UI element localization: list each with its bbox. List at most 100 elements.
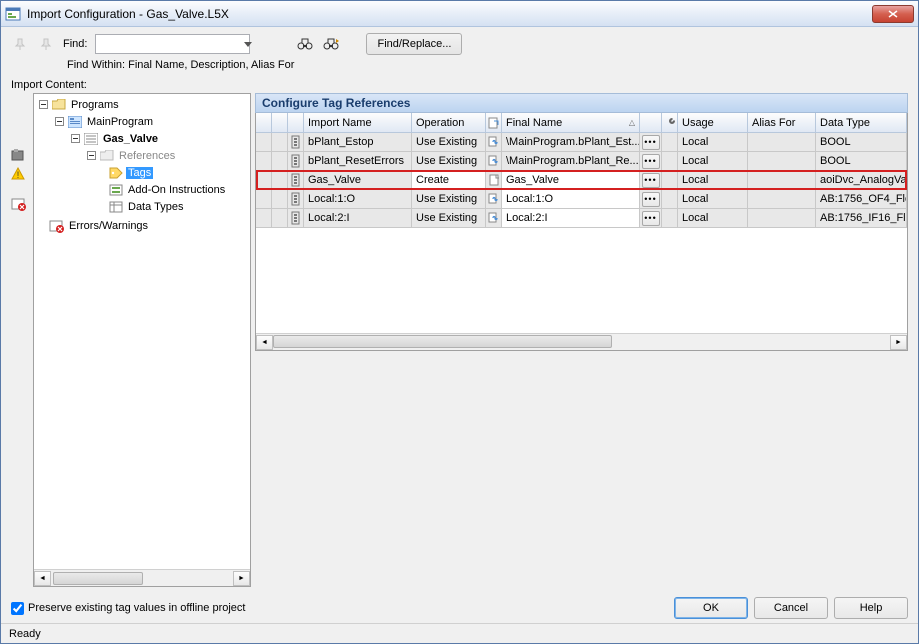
preserve-checkbox[interactable] [11, 602, 24, 615]
row-selector[interactable] [256, 209, 272, 228]
cell-import-name[interactable]: Local:1:O [304, 190, 412, 209]
cell-final-name[interactable]: Local:2:I [502, 209, 640, 228]
tree[interactable]: Programs MainProgram Gas_Valve Reference… [34, 94, 250, 569]
cell-browse[interactable]: ••• [640, 190, 662, 209]
row-selector[interactable] [256, 190, 272, 209]
col-wrench[interactable] [662, 113, 678, 133]
ellipsis-button[interactable]: ••• [642, 154, 660, 169]
col-final-name[interactable]: Final Name△ [502, 113, 640, 133]
cell-operation[interactable]: Use Existing [412, 152, 486, 171]
ok-button[interactable]: OK [674, 597, 748, 619]
sidebar-errors-icon[interactable] [11, 197, 27, 214]
col-usage[interactable]: Usage [678, 113, 748, 133]
col-operation[interactable]: Operation [412, 113, 486, 133]
cell-data-type[interactable]: aoiDvc_AnalogValve [816, 171, 907, 190]
sidebar-warn-icon[interactable]: ! [11, 167, 25, 184]
cell-browse[interactable]: ••• [640, 209, 662, 228]
ellipsis-button[interactable]: ••• [642, 192, 660, 207]
cell-import-name[interactable]: Local:2:I [304, 209, 412, 228]
preserve-checkbox-wrap[interactable]: Preserve existing tag values in offline … [11, 602, 245, 615]
table-row[interactable]: Local:2:IUse ExistingLocal:2:I•••LocalAB… [256, 209, 907, 228]
binoculars-prev-icon[interactable] [296, 35, 314, 53]
cell-alias[interactable] [748, 209, 816, 228]
tree-references[interactable]: References [117, 150, 177, 162]
table-row[interactable]: bPlant_EstopUse Existing \MainProgram.bPl… [256, 133, 907, 152]
find-label: Find: [63, 38, 87, 50]
table-row[interactable]: Gas_ValveCreateGas_Valve•••LocalaoiDvc_A… [256, 171, 907, 190]
cell-import-name[interactable]: bPlant_ResetErrors [304, 152, 412, 171]
row-selector[interactable] [256, 133, 272, 152]
sidebar-config-icon[interactable] [11, 148, 27, 165]
cell-import-name[interactable]: bPlant_Estop [304, 133, 412, 152]
cell-alias[interactable] [748, 133, 816, 152]
svg-text:!: ! [17, 170, 20, 180]
cell-usage[interactable]: Local [678, 152, 748, 171]
col-alias[interactable]: Alias For [748, 113, 816, 133]
tree-errors[interactable]: Errors/Warnings [67, 220, 150, 232]
col-marker[interactable] [272, 113, 288, 133]
col-import-name[interactable]: Import Name [304, 113, 412, 133]
col-select[interactable] [256, 113, 272, 133]
table-row[interactable]: Local:1:OUse ExistingLocal:1:O•••LocalAB… [256, 190, 907, 209]
scroll-right-icon[interactable]: ► [233, 571, 250, 586]
cell-alias[interactable] [748, 152, 816, 171]
scroll-right-icon[interactable]: ► [890, 335, 907, 350]
cell-operation[interactable]: Use Existing [412, 133, 486, 152]
cell-browse[interactable]: ••• [640, 171, 662, 190]
find-replace-button[interactable]: Find/Replace... [366, 33, 462, 55]
cell-data-type[interactable]: BOOL [816, 133, 907, 152]
binoculars-next-icon[interactable] [322, 35, 340, 53]
scroll-thumb[interactable] [53, 572, 143, 585]
cell-operation[interactable]: Use Existing [412, 209, 486, 228]
cell-final-name[interactable]: \MainProgram.bPlant_Est... [502, 133, 640, 152]
expand-icon[interactable] [70, 133, 81, 144]
tag-type-icon [288, 209, 304, 228]
cell-browse[interactable]: ••• [640, 133, 662, 152]
cell-alias[interactable] [748, 190, 816, 209]
table-row[interactable]: bPlant_ResetErrorsUse Existing \MainProgr… [256, 152, 907, 171]
cell-usage[interactable]: Local [678, 209, 748, 228]
expand-icon[interactable] [38, 99, 49, 110]
ellipsis-button[interactable]: ••• [642, 135, 660, 150]
cancel-button[interactable]: Cancel [754, 597, 828, 619]
tree-programs[interactable]: Programs [69, 99, 121, 111]
tree-data-types[interactable]: Data Types [126, 201, 185, 213]
cell-data-type[interactable]: AB:1756_IF16_Float_N [816, 209, 907, 228]
tree-aoi[interactable]: Add-On Instructions [126, 184, 227, 196]
col-action[interactable] [640, 113, 662, 133]
col-fn-icon[interactable] [486, 113, 502, 133]
tree-main-program[interactable]: MainProgram [85, 116, 155, 128]
cell-usage[interactable]: Local [678, 133, 748, 152]
col-tagicon[interactable] [288, 113, 304, 133]
cell-browse[interactable]: ••• [640, 152, 662, 171]
close-button[interactable] [872, 5, 914, 23]
find-dropdown-icon[interactable] [240, 34, 256, 54]
cell-alias[interactable] [748, 171, 816, 190]
grid-hscroll[interactable]: ◄ ► [256, 333, 907, 350]
tree-tags[interactable]: Tags [126, 167, 153, 179]
help-button[interactable]: Help [834, 597, 908, 619]
cell-data-type[interactable]: BOOL [816, 152, 907, 171]
tree-hscroll[interactable]: ◄ ► [34, 569, 250, 586]
cell-usage[interactable]: Local [678, 171, 748, 190]
cell-final-name[interactable]: Local:1:O [502, 190, 640, 209]
tree-gas-valve[interactable]: Gas_Valve [101, 133, 160, 145]
cell-import-name[interactable]: Gas_Valve [304, 171, 412, 190]
ellipsis-button[interactable]: ••• [642, 173, 660, 188]
cell-data-type[interactable]: AB:1756_OF4_Float:O: [816, 190, 907, 209]
scroll-left-icon[interactable]: ◄ [256, 335, 273, 350]
row-selector[interactable] [256, 171, 272, 190]
scroll-left-icon[interactable]: ◄ [34, 571, 51, 586]
col-data-type[interactable]: Data Type [816, 113, 907, 133]
cell-operation[interactable]: Create [412, 171, 486, 190]
expand-icon[interactable] [54, 116, 65, 127]
find-input[interactable] [95, 34, 250, 54]
cell-final-name[interactable]: \MainProgram.bPlant_Re... [502, 152, 640, 171]
cell-usage[interactable]: Local [678, 190, 748, 209]
scroll-thumb[interactable] [273, 335, 612, 348]
expand-icon[interactable] [86, 150, 97, 161]
row-selector[interactable] [256, 152, 272, 171]
cell-operation[interactable]: Use Existing [412, 190, 486, 209]
ellipsis-button[interactable]: ••• [642, 211, 660, 226]
cell-final-name[interactable]: Gas_Valve [502, 171, 640, 190]
